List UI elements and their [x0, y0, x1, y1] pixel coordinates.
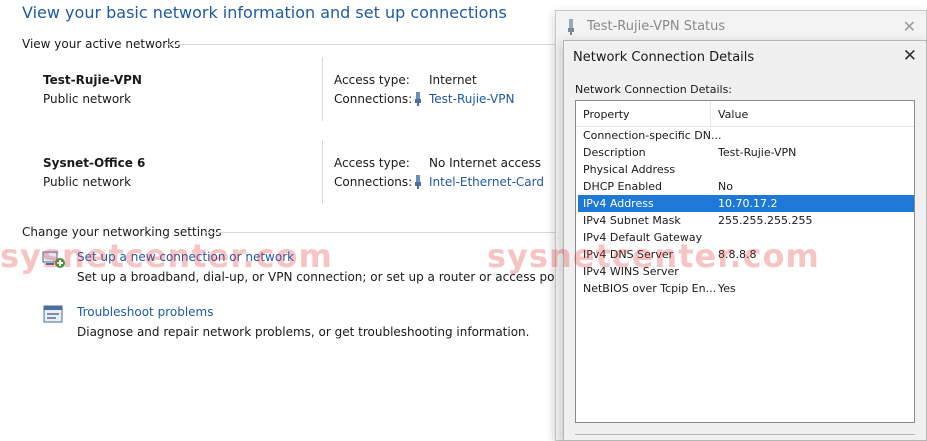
troubleshoot-icon — [43, 305, 63, 323]
value-cell: Test-Rujie-VPN — [718, 146, 797, 159]
network-category[interactable]: Public network — [43, 92, 131, 106]
value-cell: No — [718, 180, 733, 193]
connections-label: Connections: — [334, 175, 413, 189]
list-row[interactable]: Description Test-Rujie-VPN — [578, 144, 914, 161]
column-divider — [322, 57, 323, 121]
list-header: Property Value — [576, 101, 914, 127]
value-cell: 10.70.17.2 — [718, 197, 778, 210]
property-cell: IPv4 Default Gateway — [583, 231, 703, 244]
details-dialog: Network Connection Details ✕ Network Con… — [563, 40, 927, 441]
value-cell: 8.8.8.8 — [718, 248, 757, 261]
list-row[interactable]: IPv4 WINS Server — [578, 263, 914, 280]
column-header-value[interactable]: Value — [718, 108, 748, 121]
dialog-title: Network Connection Details — [573, 50, 755, 65]
property-cell: Description — [583, 146, 646, 159]
network-name: Sysnet-Office 6 — [43, 156, 146, 170]
property-cell: DHCP Enabled — [583, 180, 663, 193]
list-row[interactable]: Connection-specific DN... — [578, 127, 914, 144]
property-cell: IPv4 DNS Server — [583, 248, 674, 261]
access-type-value: No Internet access — [429, 156, 542, 170]
dialog-footer — [575, 434, 915, 440]
list-row-selected[interactable]: IPv4 Address 10.70.17.2 — [578, 195, 914, 212]
access-type-value: Internet — [429, 73, 477, 87]
connection-link[interactable]: Test-Rujie-VPN — [429, 92, 514, 106]
change-settings-heading: Change your networking settings — [22, 225, 222, 239]
active-networks-heading: View your active networks — [22, 37, 181, 51]
network-category[interactable]: Public network — [43, 175, 131, 189]
status-titlebar[interactable]: Test-Rujie-VPN Status ✕ — [556, 11, 926, 43]
vpn-adapter-icon — [415, 92, 421, 106]
list-row[interactable]: Physical Address — [578, 161, 914, 178]
list-row[interactable]: NetBIOS over Tcpip En... Yes — [578, 280, 914, 297]
list-row[interactable]: IPv4 Subnet Mask 255.255.255.255 — [578, 212, 914, 229]
close-icon[interactable]: ✕ — [903, 17, 916, 36]
details-list[interactable]: Property Value Connection-specific DN...… — [575, 100, 915, 423]
value-cell: 255.255.255.255 — [718, 214, 813, 227]
setup-connection-link[interactable]: Set up a new connection or network — [77, 250, 294, 264]
column-header-property[interactable]: Property — [583, 108, 630, 121]
access-type-label: Access type: — [334, 73, 410, 87]
section-divider — [166, 44, 556, 45]
close-icon[interactable]: ✕ — [903, 46, 917, 66]
list-row[interactable]: IPv4 Default Gateway — [578, 229, 914, 246]
column-divider[interactable] — [710, 101, 711, 127]
property-cell: Connection-specific DN... — [583, 129, 722, 142]
list-row[interactable]: DHCP Enabled No — [578, 178, 914, 195]
property-cell: Physical Address — [583, 163, 676, 176]
connection-link[interactable]: Intel-Ethernet-Card — [429, 175, 544, 189]
section-divider — [204, 232, 556, 233]
page-title: View your basic network information and … — [22, 3, 507, 22]
column-divider — [322, 140, 323, 204]
troubleshoot-desc: Diagnose and repair network problems, or… — [77, 325, 530, 339]
details-label: Network Connection Details: — [575, 83, 733, 96]
network-setup-icon — [42, 251, 65, 268]
status-window-title: Test-Rujie-VPN Status — [587, 19, 726, 34]
property-cell: IPv4 WINS Server — [583, 265, 679, 278]
value-cell: Yes — [718, 282, 736, 295]
access-type-label: Access type: — [334, 156, 410, 170]
adapter-icon — [568, 19, 574, 35]
ethernet-adapter-icon — [415, 175, 421, 189]
troubleshoot-link[interactable]: Troubleshoot problems — [77, 305, 213, 319]
connections-label: Connections: — [334, 92, 413, 106]
network-name: Test-Rujie-VPN — [43, 73, 142, 87]
property-cell: IPv4 Address — [583, 197, 654, 210]
setup-connection-desc: Set up a broadband, dial-up, or VPN conn… — [77, 270, 574, 284]
property-cell: NetBIOS over Tcpip En... — [583, 282, 717, 295]
list-row[interactable]: IPv4 DNS Server 8.8.8.8 — [578, 246, 914, 263]
property-cell: IPv4 Subnet Mask — [583, 214, 681, 227]
